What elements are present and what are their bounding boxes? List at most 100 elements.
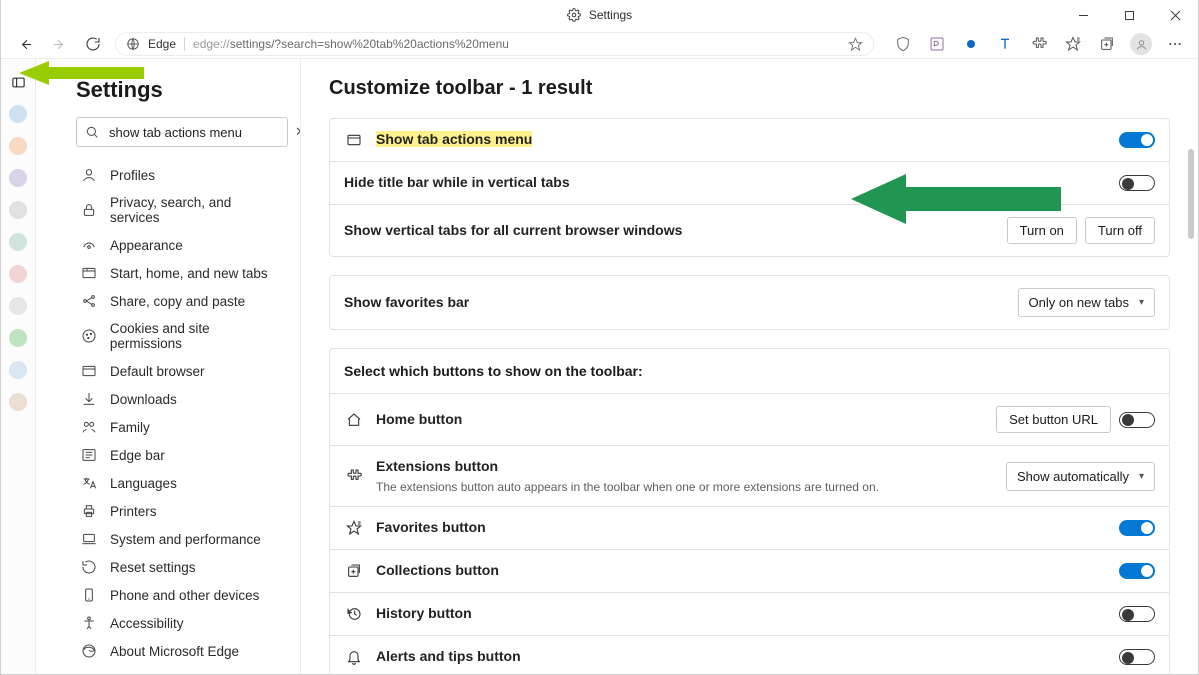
- chevron-down-icon: ▾: [1139, 471, 1144, 482]
- sidebar-item-default[interactable]: Default browser: [76, 357, 288, 385]
- toggle-hide-title-bar[interactable]: [1119, 175, 1155, 191]
- cookies-icon: [80, 328, 98, 344]
- collections-icon: [344, 563, 364, 579]
- sidebar-item-languages[interactable]: Languages: [76, 469, 288, 497]
- window-icon: [80, 363, 98, 379]
- sidebar-item-accessibility[interactable]: Accessibility: [76, 609, 288, 637]
- settings-search-input[interactable]: [107, 124, 287, 141]
- sidebar-item-label: Downloads: [110, 392, 177, 407]
- card3-heading: Select which buttons to show on the tool…: [330, 349, 1169, 393]
- address-brand: Edge: [148, 37, 176, 51]
- shield-icon[interactable]: [890, 32, 916, 56]
- tab-thumb[interactable]: [9, 361, 27, 379]
- extensions-icon: [344, 468, 364, 484]
- tab-icon: [344, 132, 364, 148]
- tab-thumb[interactable]: [9, 297, 27, 315]
- sidebar-item-appearance[interactable]: Appearance: [76, 231, 288, 259]
- more-icon[interactable]: [1162, 32, 1188, 56]
- profile-icon: [80, 167, 98, 183]
- sidebar-item-reset[interactable]: Reset settings: [76, 553, 288, 581]
- forward-button[interactable]: [47, 32, 71, 56]
- back-button[interactable]: [13, 32, 37, 56]
- extensions-icon[interactable]: [1026, 32, 1052, 56]
- row-favorites: Favorites button: [330, 506, 1169, 549]
- extensions-dropdown[interactable]: Show automatically▾: [1006, 462, 1155, 491]
- tab-thumb[interactable]: [9, 201, 27, 219]
- settings-search[interactable]: ✕: [76, 117, 288, 147]
- card-toolbar-main: Show tab actions menu Hide title bar whi…: [329, 118, 1170, 257]
- card-toolbar-buttons: Select which buttons to show on the tool…: [329, 348, 1170, 674]
- row-label: Favorites button: [376, 519, 486, 535]
- gear-icon: [567, 8, 581, 22]
- toggle-show-tab-actions[interactable]: [1119, 132, 1155, 148]
- sidebar-item-label: Family: [110, 420, 150, 435]
- sidebar-item-printers[interactable]: Printers: [76, 497, 288, 525]
- toggle-home[interactable]: [1119, 412, 1155, 428]
- toolbar-right: [884, 32, 1188, 56]
- sidebar-item-profiles[interactable]: Profiles: [76, 161, 288, 189]
- access-icon: [80, 615, 98, 631]
- star-icon[interactable]: [848, 37, 863, 52]
- toggle-favorites[interactable]: [1119, 520, 1155, 536]
- refresh-button[interactable]: [81, 32, 105, 56]
- row-label: Extensions button: [376, 458, 498, 474]
- turn-off-button[interactable]: Turn off: [1085, 217, 1155, 244]
- row-alerts: Alerts and tips button: [330, 635, 1169, 674]
- home-set-url-button[interactable]: Set button URL: [996, 406, 1111, 433]
- sidebar-item-phone[interactable]: Phone and other devices: [76, 581, 288, 609]
- row-collections: Collections button: [330, 549, 1169, 592]
- minimize-button[interactable]: [1060, 0, 1106, 30]
- home-icon: [344, 412, 364, 428]
- t-icon[interactable]: [992, 32, 1018, 56]
- sidebar-item-edgebar[interactable]: Edge bar: [76, 441, 288, 469]
- close-button[interactable]: [1152, 0, 1198, 30]
- tab-thumb[interactable]: [9, 329, 27, 347]
- toggle-collections[interactable]: [1119, 563, 1155, 579]
- adblock-icon[interactable]: [924, 32, 950, 56]
- sidebar-item-share[interactable]: Share, copy and paste: [76, 287, 288, 315]
- tab-thumb[interactable]: [9, 137, 27, 155]
- row-extensions: Extensions buttonThe extensions button a…: [330, 445, 1169, 506]
- sidebar-item-family[interactable]: Family: [76, 413, 288, 441]
- titlebar: Settings: [1, 0, 1198, 30]
- collections-icon[interactable]: [1094, 32, 1120, 56]
- tab-thumb[interactable]: [9, 233, 27, 251]
- tab-actions-button[interactable]: [9, 73, 27, 91]
- edge-logo-icon: [126, 37, 140, 51]
- scrollbar[interactable]: [1184, 119, 1198, 674]
- sidebar-item-downloads[interactable]: Downloads: [76, 385, 288, 413]
- search-icon: [85, 125, 99, 139]
- turn-on-button[interactable]: Turn on: [1007, 217, 1077, 244]
- tab-thumb[interactable]: [9, 265, 27, 283]
- row-label: Show favorites bar: [344, 294, 469, 310]
- tab-thumb[interactable]: [9, 169, 27, 187]
- profile-avatar[interactable]: [1128, 32, 1154, 56]
- toggle-alerts[interactable]: [1119, 649, 1155, 665]
- tab-thumb[interactable]: [9, 105, 27, 123]
- vertical-tab-strip: [1, 59, 36, 674]
- tabs-icon: [80, 265, 98, 281]
- lock-icon: [80, 202, 98, 218]
- sidebar-item-system[interactable]: System and performance: [76, 525, 288, 553]
- tab-thumb[interactable]: [9, 393, 27, 411]
- settings-nav: Profiles Privacy, search, and servicesApp…: [76, 161, 288, 665]
- sidebar-item-privacy[interactable]: Privacy, search, and services: [76, 189, 288, 231]
- maximize-button[interactable]: [1106, 0, 1152, 30]
- extension-blue-icon[interactable]: [958, 32, 984, 56]
- toggle-history[interactable]: [1119, 606, 1155, 622]
- address-text: edge://settings/?search=show%20tab%20act…: [193, 37, 509, 51]
- phone-icon: [80, 587, 98, 603]
- sidebar-item-label: System and performance: [110, 532, 261, 547]
- sidebar-item-label: Phone and other devices: [110, 588, 259, 603]
- sidebar-item-label: Profiles: [110, 168, 155, 183]
- sidebar-item-cookies[interactable]: Cookies and site permissions: [76, 315, 288, 357]
- settings-sidebar: Settings ✕ ProfilesPrivacy, search, and …: [36, 59, 301, 674]
- sidebar-item-start[interactable]: Start, home, and new tabs: [76, 259, 288, 287]
- sidebar-item-label: Edge bar: [110, 448, 165, 463]
- alerts-icon: [344, 649, 364, 665]
- sidebar-item-label: Start, home, and new tabs: [110, 266, 268, 281]
- address-bar[interactable]: Edge edge://settings/?search=show%20tab%…: [115, 32, 874, 56]
- favorites-bar-dropdown[interactable]: Only on new tabs▾: [1018, 288, 1155, 317]
- favorites-icon[interactable]: [1060, 32, 1086, 56]
- sidebar-item-about[interactable]: About Microsoft Edge: [76, 637, 288, 665]
